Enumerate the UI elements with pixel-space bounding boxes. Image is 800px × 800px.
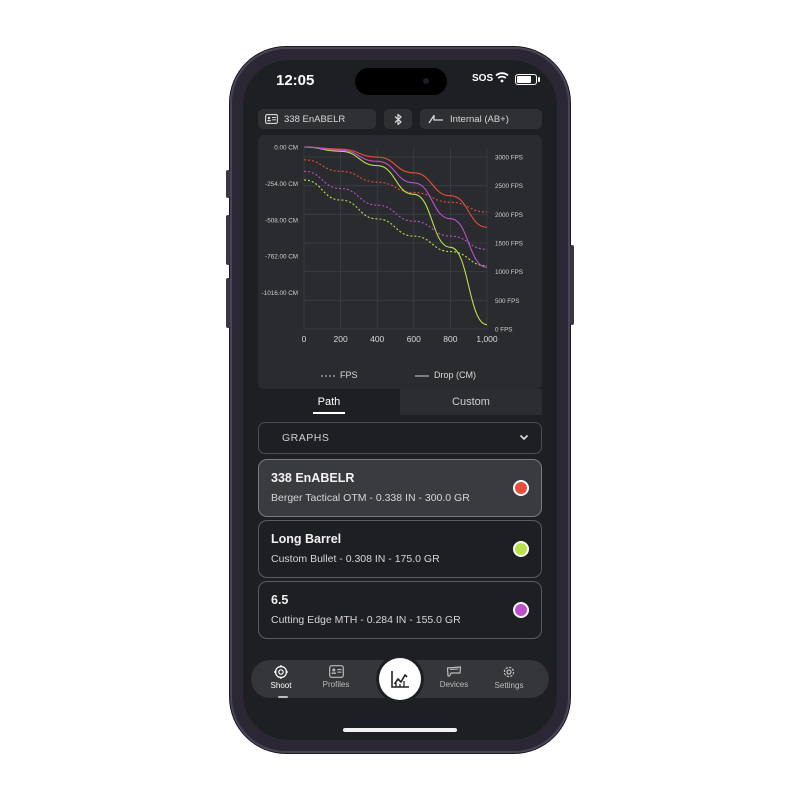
left-tick-label: -762.00 CM <box>265 254 298 261</box>
left-tick-label: -508.00 CM <box>265 217 298 224</box>
tab-custom-label: Custom <box>452 396 490 408</box>
profile-subtitle: Cutting Edge MTH - 0.284 IN - 155.0 GR <box>271 614 461 626</box>
tab-settings[interactable]: Settings <box>484 665 534 690</box>
id-card-icon <box>328 665 344 678</box>
graphs-dropdown[interactable]: GRAPHS <box>258 422 542 454</box>
profile-card[interactable]: 338 EnABELR Berger Tactical OTM - 0.338 … <box>258 459 542 517</box>
profile-subtitle: Berger Tactical OTM - 0.338 IN - 300.0 G… <box>271 492 470 504</box>
profile-chip[interactable]: 338 EnABELR <box>258 109 376 129</box>
dynamic-island <box>355 68 447 95</box>
profile-title: 6.5 <box>271 593 289 607</box>
drop-legend-label: Drop (CM) <box>434 370 476 380</box>
tab-path-label: Path <box>317 396 341 408</box>
chevron-down-icon <box>519 434 529 441</box>
signal-icon <box>428 114 443 124</box>
right-tick-label: 3000 FPS <box>495 155 523 162</box>
x-tick-label: 600 <box>407 334 421 344</box>
crosshair-icon <box>274 665 288 679</box>
x-tick-label: 400 <box>370 334 384 344</box>
profile-title: Long Barrel <box>271 532 342 546</box>
fps-series-line <box>303 170 488 250</box>
trajectory-chart: 3000 FPS 2500 FPS 2000 FPS 1500 FPS 1000 FPS… <box>258 135 542 389</box>
power-button <box>570 245 574 325</box>
right-tick-label: 0 FPS <box>495 327 513 334</box>
carrier-label: SOS <box>472 73 494 84</box>
tab-custom[interactable]: Custom <box>400 389 542 415</box>
fps-legend-label: FPS <box>340 370 358 380</box>
connection-chip[interactable]: Internal (AB+) <box>420 109 542 129</box>
gear-icon <box>503 666 515 678</box>
right-tick-label: 2500 FPS <box>495 183 523 190</box>
volume-down-button <box>226 278 230 328</box>
right-tick-label: 500 FPS <box>495 298 520 305</box>
battery-icon <box>515 74 540 85</box>
tab-devices[interactable]: Devices <box>429 665 479 689</box>
right-tick-label: 2000 FPS <box>495 212 523 219</box>
bluetooth-button[interactable] <box>384 109 412 129</box>
device-icon <box>446 666 462 677</box>
left-tick-label: -1016.00 CM <box>262 290 298 297</box>
fps-series-line <box>303 179 488 267</box>
profile-card[interactable]: 6.5 Cutting Edge MTH - 0.284 IN - 155.0 … <box>258 581 542 639</box>
graphs-dropdown-label: GRAPHS <box>282 432 330 444</box>
x-tick-label: 200 <box>334 334 348 344</box>
trajectory-graph-button[interactable] <box>379 658 421 700</box>
status-time: 12:05 <box>276 72 315 89</box>
tab-path-underline <box>313 412 345 414</box>
x-tick-label: 1,000 <box>476 334 498 344</box>
active-tab-indicator <box>278 696 288 698</box>
tab-devices-label: Devices <box>439 680 469 689</box>
right-tick-label: 1500 FPS <box>495 241 523 248</box>
right-tick-label: 1000 FPS <box>495 269 523 276</box>
profile-color-dot <box>513 602 529 618</box>
profile-subtitle: Custom Bullet - 0.308 IN - 175.0 GR <box>271 553 440 565</box>
tab-profiles-label: Profiles <box>322 680 350 689</box>
profile-title: 338 EnABELR <box>271 471 355 485</box>
tab-shoot-label: Shoot <box>270 681 292 690</box>
screen: 12:05 SOS 338 EnABELR Internal (AB+) 300… <box>243 60 557 740</box>
wifi-icon <box>495 72 509 83</box>
id-card-icon <box>265 114 278 124</box>
tab-shoot[interactable]: Shoot <box>256 665 306 690</box>
view-tabs: Path Custom <box>258 389 542 415</box>
fps-legend-swatch <box>321 375 335 377</box>
x-tick-label: 800 <box>443 334 457 344</box>
tab-profiles[interactable]: Profiles <box>311 665 361 689</box>
profile-card[interactable]: Long Barrel Custom Bullet - 0.308 IN - 1… <box>258 520 542 578</box>
top-bar: 338 EnABELR Internal (AB+) <box>258 109 542 129</box>
drop-series-line <box>303 146 488 326</box>
x-tick-label: 0 <box>302 334 307 344</box>
chart-canvas: 3000 FPS2500 FPS2000 FPS1500 FPS1000 FPS… <box>262 145 523 345</box>
connection-chip-label: Internal (AB+) <box>450 113 509 125</box>
tab-settings-label: Settings <box>494 681 524 690</box>
chart-legend: FPS Drop (CM) <box>243 370 557 384</box>
profile-color-dot <box>513 480 529 496</box>
status-bar: 12:05 SOS <box>243 60 557 100</box>
bluetooth-icon <box>394 113 402 125</box>
home-indicator <box>343 728 457 732</box>
drop-legend-swatch <box>415 375 429 377</box>
chart-icon <box>391 671 409 688</box>
mute-switch <box>226 170 230 198</box>
volume-up-button <box>226 215 230 265</box>
profile-chip-label: 338 EnABELR <box>284 113 346 125</box>
left-tick-label: 0.00 CM <box>274 145 298 152</box>
profile-color-dot <box>513 541 529 557</box>
left-tick-label: -254.00 CM <box>265 181 298 188</box>
